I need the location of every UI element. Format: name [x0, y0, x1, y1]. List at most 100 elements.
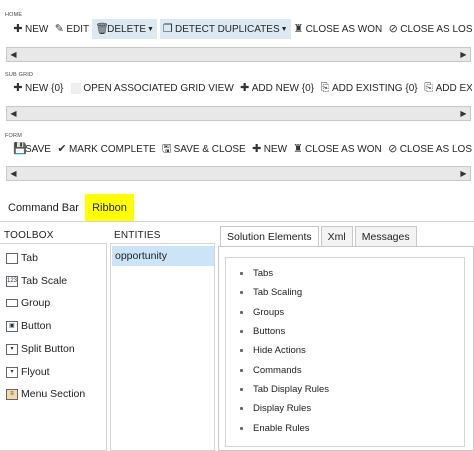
- flyout-icon: ▾: [6, 366, 18, 378]
- plus-icon: ✚: [13, 81, 23, 94]
- delete-button[interactable]: 🗑 DELETE ▼: [92, 19, 157, 39]
- form-horizontal-scrollbar[interactable]: ◀ ▶: [6, 166, 471, 181]
- save-label: SAVE: [25, 143, 51, 155]
- subgrid-new-button[interactable]: ✚ NEW {0}: [3, 78, 66, 98]
- form-close-as-won-label: CLOSE AS WON: [305, 143, 382, 155]
- cancel-circle-icon: ⊘: [388, 142, 398, 155]
- form-close-as-lost-label: CLOSE AS LOST: [399, 143, 472, 155]
- scroll-left-icon[interactable]: ◀: [8, 49, 19, 60]
- detect-duplicates-button[interactable]: ❐ DETECT DUPLICATES ▼: [159, 19, 291, 39]
- open-associated-grid-view-button[interactable]: OPEN ASSOCIATED GRID VIEW: [68, 78, 236, 98]
- form-ribbon-section: FORM 💾 SAVE ✔ MARK COMPLETE 🖫 SAVE & CLO…: [3, 133, 472, 169]
- save-button[interactable]: 💾 SAVE: [3, 139, 54, 159]
- plus-icon: ✚: [240, 81, 250, 94]
- new-label: NEW: [25, 23, 49, 35]
- toolbox-item-label: Menu Section: [21, 388, 86, 400]
- toolbox-item-label: Button: [21, 320, 52, 332]
- tab-messages[interactable]: Messages: [354, 226, 417, 247]
- new-button[interactable]: ✚ NEW: [3, 19, 51, 39]
- solution-item-label: Display Rules: [253, 403, 312, 414]
- solution-item-label: Tab Display Rules: [253, 384, 330, 395]
- home-horizontal-scrollbar[interactable]: ◀ ▶: [6, 47, 471, 62]
- form-close-as-lost-button[interactable]: ⊘ CLOSE AS LOST: [385, 139, 472, 159]
- subgrid-horizontal-scrollbar[interactable]: ◀ ▶: [6, 106, 471, 121]
- trash-icon: 🗑: [95, 22, 110, 35]
- bullet-icon: [240, 272, 243, 275]
- trophy-icon: ♜: [293, 142, 303, 155]
- tab-command-bar[interactable]: Command Bar: [3, 195, 84, 221]
- tab-xml[interactable]: Xml: [320, 226, 353, 247]
- solution-item-tab-display-rules[interactable]: Tab Display Rules: [240, 384, 329, 395]
- toolbox-title: TOOLBOX: [4, 230, 54, 241]
- solution-item-buttons[interactable]: Buttons: [240, 326, 285, 337]
- solution-tabs: Solution Elements Xml Messages: [220, 226, 419, 247]
- close-as-won-button[interactable]: ♜ CLOSE AS WON: [291, 19, 386, 39]
- checkmark-icon: ✔: [57, 142, 67, 155]
- toolbox-item-tab[interactable]: Tab: [6, 252, 38, 264]
- toolbox-item-group[interactable]: Group: [6, 297, 50, 309]
- subgrid-ribbon-section: SUB GRID ✚ NEW {0} OPEN ASSOCIATED GRID …: [3, 72, 472, 108]
- entities-panel: opportunity: [110, 243, 215, 451]
- open-associated-grid-view-label: OPEN ASSOCIATED GRID VIEW: [83, 82, 234, 94]
- toolbox-item-menu-section[interactable]: ≡ Menu Section: [6, 388, 85, 400]
- save-and-close-button[interactable]: 🖫 SAVE & CLOSE: [159, 139, 249, 159]
- solution-item-tabs[interactable]: Tabs: [240, 268, 273, 279]
- save-icon: 💾: [13, 142, 27, 155]
- solution-item-commands[interactable]: Commands: [240, 365, 302, 376]
- add-existing-icon: ⎘: [320, 81, 330, 94]
- toolbox-item-button[interactable]: ▣ Button: [6, 320, 51, 332]
- toolbox-item-split-button[interactable]: ▾ Split Button: [6, 343, 75, 355]
- solution-item-label: Tabs: [253, 268, 274, 279]
- save-and-close-label: SAVE & CLOSE: [173, 143, 246, 155]
- subgrid-command-row: ✚ NEW {0} OPEN ASSOCIATED GRID VIEW ✚ AD…: [3, 78, 472, 98]
- tab-solution-elements[interactable]: Solution Elements: [220, 226, 319, 247]
- view-tabs-bar: Command Bar Ribbon: [0, 193, 474, 222]
- close-as-lost-button[interactable]: ⊘ CLOSE AS LOST: [385, 19, 472, 39]
- solution-item-hide-actions[interactable]: Hide Actions: [240, 345, 306, 356]
- edit-button[interactable]: ✎ EDIT: [51, 19, 92, 39]
- solution-item-enable-rules[interactable]: Enable Rules: [240, 423, 310, 434]
- form-new-label: NEW: [263, 143, 288, 155]
- form-close-as-won-button[interactable]: ♜ CLOSE AS WON: [290, 139, 385, 159]
- trophy-icon: ♜: [293, 22, 304, 35]
- solution-item-display-rules[interactable]: Display Rules: [240, 403, 311, 414]
- add-existing-icon: ⎘: [424, 81, 434, 94]
- solution-item-groups[interactable]: Groups: [240, 307, 284, 318]
- duplicate-icon: ❐: [163, 22, 173, 35]
- tab-scale-icon: 123: [6, 275, 18, 287]
- add-new-label: ADD NEW {0}: [251, 82, 315, 94]
- blank-icon: [71, 82, 82, 94]
- scroll-left-icon[interactable]: ◀: [8, 168, 19, 179]
- solution-item-label: Hide Actions: [253, 345, 306, 356]
- tab-ribbon[interactable]: Ribbon: [85, 194, 134, 221]
- split-button-icon: ▾: [6, 343, 18, 355]
- scroll-right-icon[interactable]: ▶: [458, 108, 469, 119]
- scroll-left-icon[interactable]: ◀: [8, 108, 19, 119]
- solution-item-label: Buttons: [253, 326, 286, 337]
- save-close-icon: 🖫: [161, 142, 172, 155]
- toolbox-item-tab-scale[interactable]: 123 Tab Scale: [6, 275, 67, 287]
- home-section-label: HOME: [5, 12, 23, 18]
- add-existing-button-2[interactable]: ⎘ ADD EXISTING {0}: [421, 78, 472, 98]
- subgrid-new-label: NEW {0}: [25, 82, 64, 94]
- solution-item-label: Commands: [253, 365, 302, 376]
- scroll-right-icon[interactable]: ▶: [458, 168, 469, 179]
- solution-item-tab-scaling[interactable]: Tab Scaling: [240, 287, 302, 298]
- solution-item-label: Groups: [253, 307, 285, 318]
- home-ribbon-section: HOME ✚ NEW ✎ EDIT 🗑 DELETE ▼ ❐ DETECT DU…: [3, 12, 472, 48]
- toolbox-item-flyout[interactable]: ▾ Flyout: [6, 366, 50, 378]
- entity-item-opportunity[interactable]: opportunity: [112, 246, 214, 266]
- pencil-icon: ✎: [54, 22, 64, 35]
- add-existing-button[interactable]: ⎘ ADD EXISTING {0}: [317, 78, 421, 98]
- scroll-right-icon[interactable]: ▶: [458, 49, 469, 60]
- mark-complete-button[interactable]: ✔ MARK COMPLETE: [54, 139, 159, 159]
- plus-icon: ✚: [252, 142, 262, 155]
- button-icon: ▣: [6, 320, 18, 332]
- form-new-button[interactable]: ✚ NEW: [249, 139, 290, 159]
- add-new-button[interactable]: ✚ ADD NEW {0}: [237, 78, 317, 98]
- tab-icon: [6, 252, 18, 264]
- toolbox-item-label: Flyout: [21, 366, 50, 378]
- close-as-won-label: CLOSE AS WON: [305, 23, 383, 35]
- add-existing-label-2: ADD EXISTING {0}: [435, 82, 472, 94]
- toolbox-item-label: Tab: [21, 252, 38, 264]
